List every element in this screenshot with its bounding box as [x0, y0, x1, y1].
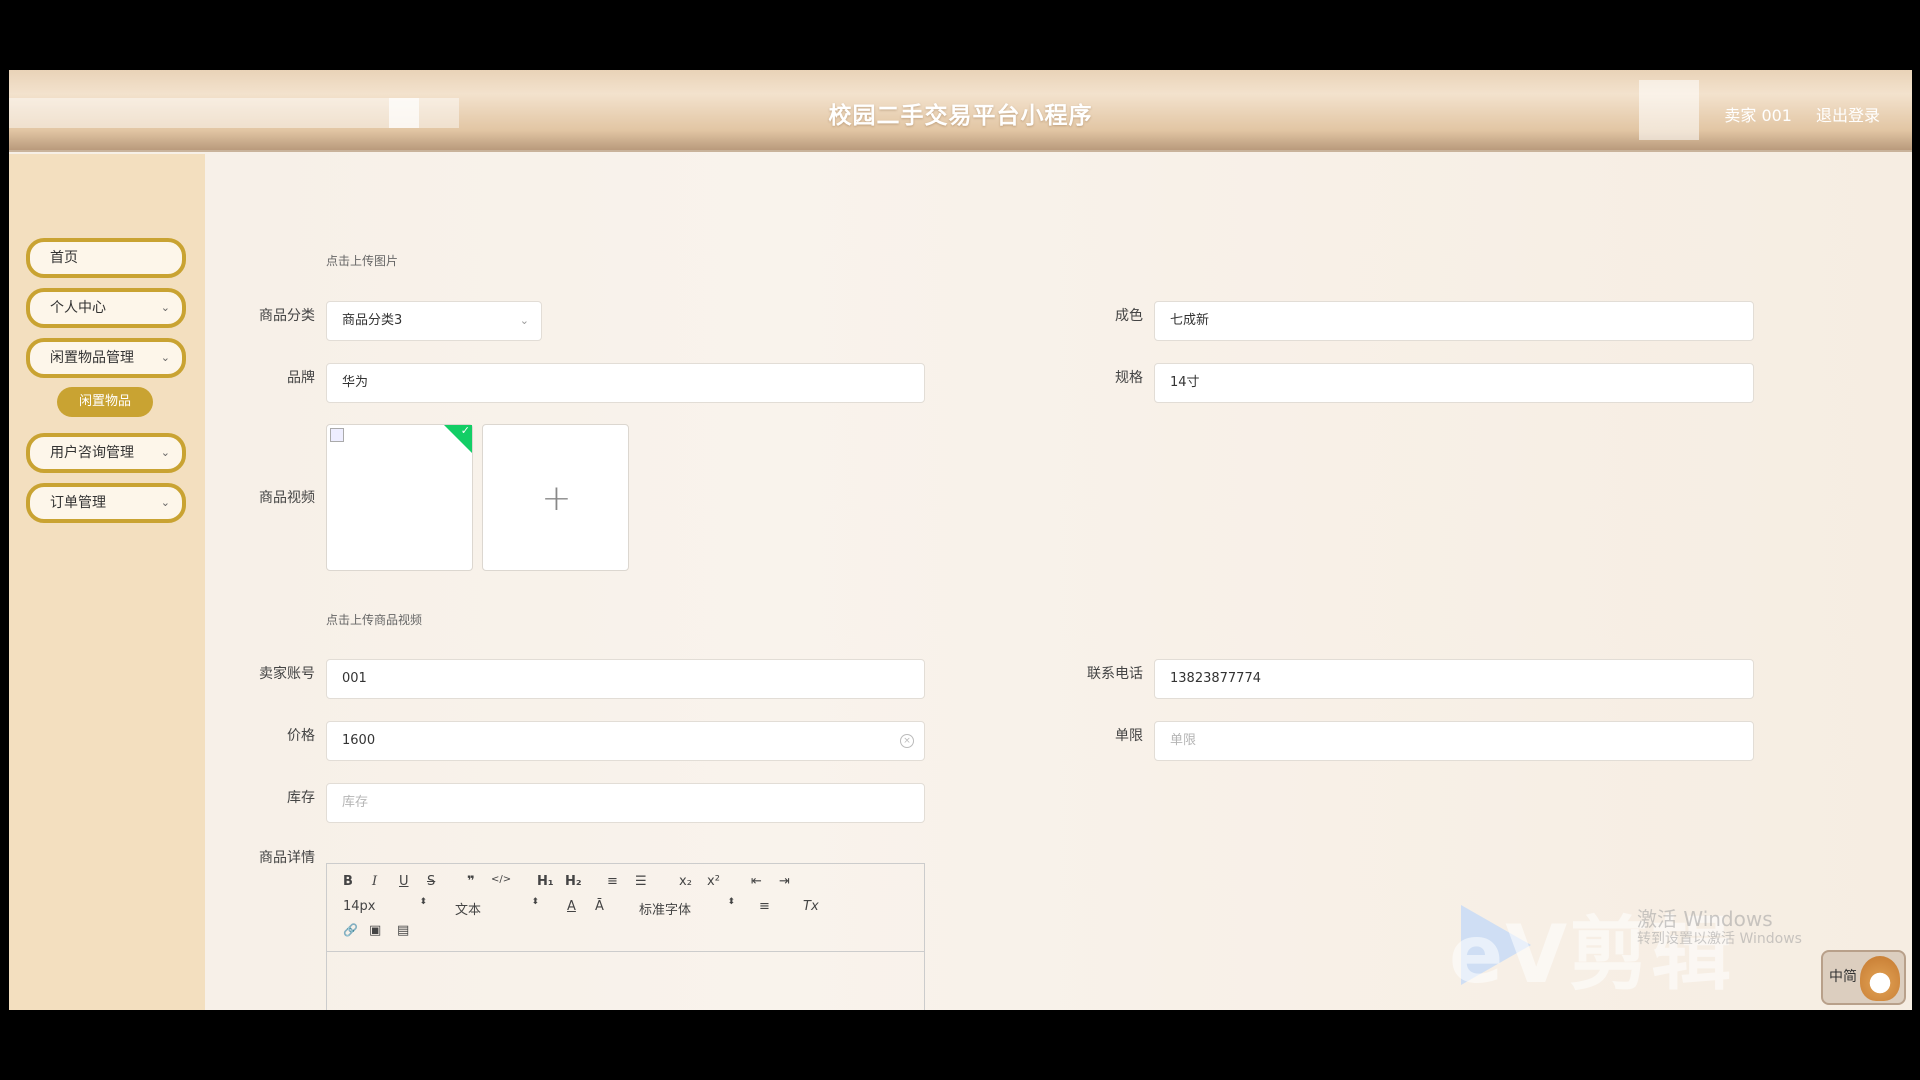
updown-icon: ⬍ [531, 897, 539, 907]
sidebar: 首页 个人中心 ⌄ 闲置物品管理 ⌄ 闲置物品 用户咨询管理 ⌄ 订单管理 ⌄ [9, 154, 205, 1010]
image-button[interactable]: ▣ [369, 923, 381, 938]
chevron-down-icon: ⌄ [160, 301, 170, 314]
sidebar-item-profile[interactable]: 个人中心 ⌄ [26, 288, 186, 328]
link-button[interactable]: 🔗 [343, 923, 358, 937]
condition-label: 成色 [1115, 308, 1143, 324]
sidebar-item-label: 首页 [50, 250, 78, 266]
video-label: 商品视频 [259, 490, 315, 506]
app-title: 校园二手交易平台小程序 [828, 103, 1093, 129]
sidebar-item-idle-goods[interactable]: 闲置物品管理 ⌄ [26, 338, 186, 378]
header-format-value: 文本 [455, 903, 482, 918]
chevron-down-icon: ⌄ [160, 351, 170, 364]
sidebar-item-label: 闲置物品管理 [50, 350, 134, 366]
chevron-down-icon: ⌄ [519, 314, 529, 327]
windows-activation-subtext: 转到设置以激活 Windows [1637, 931, 1802, 947]
spec-label: 规格 [1115, 370, 1143, 386]
dog-mascot-icon [1860, 956, 1900, 1001]
align-button[interactable]: ≡ [759, 899, 770, 914]
limit-field[interactable]: 单限 [1154, 721, 1754, 761]
sidebar-item-label: 订单管理 [50, 495, 106, 511]
limit-label: 单限 [1115, 728, 1143, 744]
updown-icon: ⬍ [419, 897, 427, 907]
check-icon: ✓ [460, 424, 470, 437]
background-color-button[interactable]: Ā [595, 899, 604, 914]
chevron-down-icon: ⌄ [160, 496, 170, 509]
h2-button[interactable]: H₂ [565, 874, 582, 889]
current-user: 卖家 001 [1724, 106, 1792, 125]
ordered-list-button[interactable]: ≡ [607, 874, 618, 889]
sidebar-item-label: 个人中心 [50, 300, 106, 316]
broken-image-icon [330, 428, 344, 442]
sidebar-item-label: 用户咨询管理 [50, 445, 134, 461]
sidebar-item-home[interactable]: 首页 [26, 238, 186, 278]
logout-button[interactable]: 退出登录 [1816, 102, 1880, 126]
updown-icon: ⬍ [727, 897, 735, 907]
font-size-value: 14px [343, 899, 376, 914]
rich-text-editor: B I U S ❞ </> H₁ H₂ ≡ ☰ x₂ x² ⇤ ⇥ 14px ⬍ [326, 863, 925, 1010]
sidebar-item-orders[interactable]: 订单管理 ⌄ [26, 483, 186, 523]
superscript-button[interactable]: x² [707, 874, 720, 889]
video-button[interactable]: ▤ [397, 923, 409, 938]
clear-icon[interactable]: × [900, 734, 914, 748]
video-upload-hint: 点击上传商品视频 [326, 613, 423, 627]
bold-button[interactable]: B [343, 874, 353, 889]
ime-label: 中简 [1829, 969, 1857, 985]
indent-button[interactable]: ⇥ [779, 874, 790, 889]
ime-indicator[interactable]: 中简 [1821, 950, 1906, 1005]
plus-icon: + [541, 478, 572, 519]
blockquote-button[interactable]: ❞ [467, 874, 475, 889]
category-value: 商品分类3 [342, 313, 403, 328]
code-button[interactable]: </> [491, 874, 511, 885]
price-label: 价格 [287, 728, 315, 744]
sidebar-subitem-idle-goods[interactable]: 闲置物品 [57, 387, 153, 417]
detail-label: 商品详情 [259, 850, 315, 866]
underline-button[interactable]: U [399, 874, 409, 889]
stock-label: 库存 [287, 790, 315, 806]
header-format-select[interactable]: 文本 ⬍ [455, 897, 539, 919]
font-family-select[interactable]: 标准字体 ⬍ [639, 897, 735, 919]
subscript-button[interactable]: x₂ [679, 874, 692, 889]
main-form: 点击上传图片 商品分类 商品分类3 ⌄ 成色 七成新 品牌 华为 规格 14寸 … [205, 154, 1912, 1010]
font-size-select[interactable]: 14px ⬍ [343, 897, 427, 915]
condition-field[interactable]: 七成新 [1154, 301, 1754, 341]
chevron-down-icon: ⌄ [160, 446, 170, 459]
price-value: 1600 [342, 733, 376, 748]
outdent-button[interactable]: ⇤ [751, 874, 762, 889]
brand-field[interactable]: 华为 [326, 363, 925, 403]
text-color-button[interactable]: A [567, 899, 576, 914]
top-header: 校园二手交易平台小程序 卖家 001 退出登录 [9, 70, 1912, 152]
h1-button[interactable]: H₁ [537, 874, 554, 889]
add-video-button[interactable]: + [482, 424, 629, 571]
sidebar-item-consult[interactable]: 用户咨询管理 ⌄ [26, 433, 186, 473]
phone-field[interactable]: 13823877774 [1154, 659, 1754, 699]
italic-button[interactable]: I [372, 874, 377, 889]
image-upload-hint: 点击上传图片 [326, 254, 399, 268]
price-field[interactable]: 1600 × [326, 721, 925, 761]
bullet-list-button[interactable]: ☰ [635, 874, 647, 889]
seller-account-field[interactable]: 001 [326, 659, 925, 699]
phone-label: 联系电话 [1087, 666, 1143, 682]
strike-button[interactable]: S [427, 874, 435, 889]
app-screen: 校园二手交易平台小程序 卖家 001 退出登录 首页 个人中心 ⌄ 闲置物品管理 ⌄… [9, 70, 1912, 1010]
brand-label: 品牌 [287, 370, 315, 386]
font-family-value: 标准字体 [639, 903, 692, 918]
clear-format-button[interactable]: Tx [803, 899, 819, 914]
editor-content-area[interactable] [327, 953, 924, 1010]
seller-account-label: 卖家账号 [259, 666, 315, 682]
stock-field[interactable]: 库存 [326, 783, 925, 823]
editor-toolbar: B I U S ❞ </> H₁ H₂ ≡ ☰ x₂ x² ⇤ ⇥ 14px ⬍ [327, 864, 924, 952]
uploaded-video-thumbnail[interactable]: ✓ [326, 424, 473, 571]
category-select[interactable]: 商品分类3 ⌄ [326, 301, 542, 341]
category-label: 商品分类 [259, 308, 315, 324]
spec-field[interactable]: 14寸 [1154, 363, 1754, 403]
